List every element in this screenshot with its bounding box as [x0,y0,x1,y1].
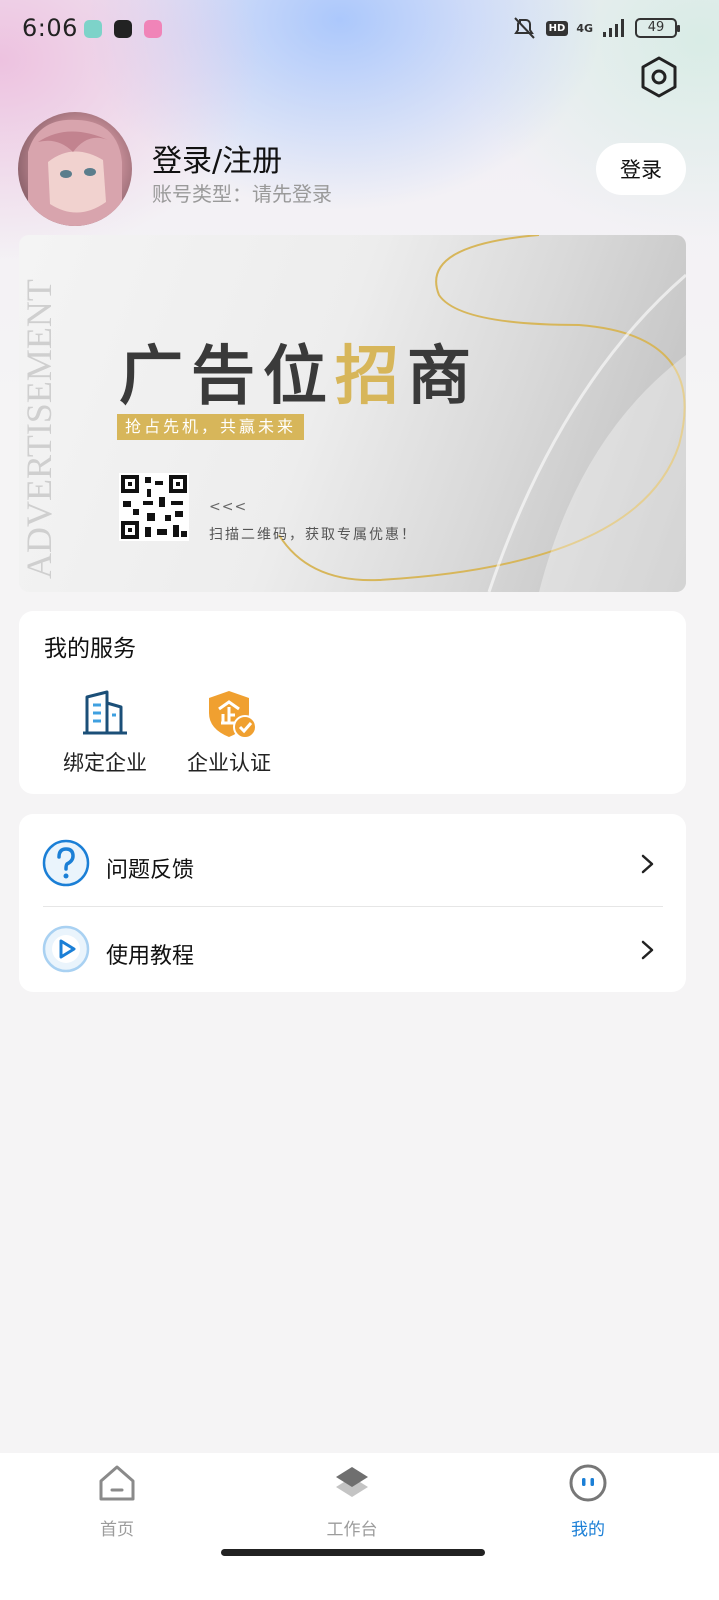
network-label: 4G [576,21,593,35]
nav-label: 我的 [571,1520,605,1540]
nav-mine[interactable]: 我的 [528,1463,648,1540]
svg-text:ADVERTISEMENT: ADVERTISEMENT [21,279,59,579]
service-label: 绑定企业 [63,751,147,775]
hd-badge: HD [545,20,569,36]
menu-item-feedback[interactable]: 问题反馈 [19,819,686,906]
menu-item-label: 问题反馈 [106,858,195,883]
service-enterprise-certification[interactable]: 企业认证 [174,689,284,777]
home-icon [97,1463,137,1503]
chevron-right-icon [637,854,657,874]
menu-item-tutorial[interactable]: 使用教程 [19,905,686,992]
ad-headline-part2: 商 [407,340,479,414]
signal-icon [603,19,624,37]
building-icon [81,689,129,737]
service-bind-enterprise[interactable]: 绑定企业 [50,689,160,777]
services-card: 我的服务 绑定企业 企业认证 [19,611,686,794]
nav-home[interactable]: 首页 [57,1463,177,1540]
ad-side-text: ADVERTISEMENT [19,249,61,579]
service-label: 企业认证 [187,751,271,775]
ad-headline-highlight: 招 [335,340,407,414]
ad-scan-text: 扫描二维码，获取专属优惠！ [209,527,417,543]
enterprise-certification-icon [205,689,257,739]
system-icons: HD 4G 49 [512,16,680,40]
account-type: 账号类型：请先登录 [152,182,332,206]
gear-icon [641,56,677,98]
notification-icons [84,20,162,38]
login-button[interactable]: 登录 [596,143,686,195]
status-time: 6:06 [22,14,78,42]
ad-arrows: <<< [209,499,248,515]
menu-card: 问题反馈 使用教程 [19,814,686,992]
services-title: 我的服务 [44,636,136,662]
tiktok-icon [114,20,132,38]
ad-tagline: 抢占先机，共赢未来 [117,414,305,440]
app-notification-icon [144,20,162,38]
avatar[interactable] [18,112,132,226]
profile-name[interactable]: 登录/注册 [152,136,282,180]
status-bar: 6:06 HD 4G 49 [0,0,719,60]
bottom-navigation: 首页 工作台 我的 [0,1453,719,1600]
settings-button[interactable] [636,54,682,100]
question-icon [42,839,90,887]
ad-banner[interactable]: ADVERTISEMENT 广告位招商 抢占先机，共赢未来 <<< 扫描二维码，… [19,235,686,592]
menu-item-label: 使用教程 [106,944,195,969]
chevron-right-icon [637,940,657,960]
nav-label: 工作台 [326,1520,378,1540]
avatar-image [28,119,122,226]
layers-icon [332,1463,372,1503]
battery-indicator: 49 [635,18,680,38]
mute-icon [513,17,535,39]
qr-code-icon [119,473,189,541]
profile-face-icon [568,1463,608,1503]
ad-headline: 广告位招商 [119,325,479,417]
ad-headline-part1: 广告位 [119,340,335,414]
play-icon [42,925,90,973]
nav-label: 首页 [100,1520,134,1540]
home-indicator[interactable] [221,1549,485,1556]
nav-workbench[interactable]: 工作台 [292,1463,412,1540]
chat-app-icon [84,20,102,38]
